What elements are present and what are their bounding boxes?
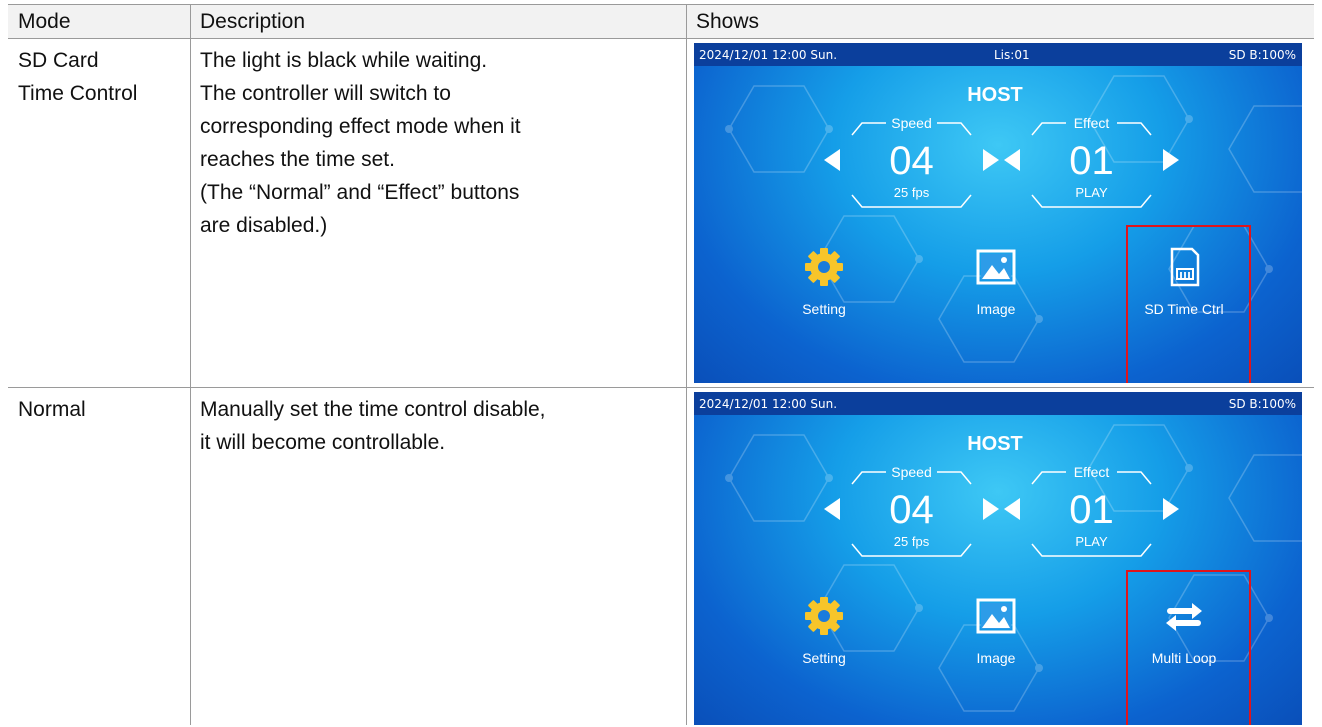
status-battery: SD B:100% xyxy=(1228,397,1296,411)
speed-increase-arrow-icon[interactable] xyxy=(983,149,999,171)
effect-increase-arrow-icon[interactable] xyxy=(1163,498,1179,520)
row2-mode-line: Normal xyxy=(18,398,86,421)
col-divider-2 xyxy=(686,4,687,725)
header-divider xyxy=(8,38,1314,39)
image-button[interactable]: Image xyxy=(936,588,1056,678)
row1-description-line: are disabled.) xyxy=(200,214,328,237)
row-divider xyxy=(8,387,1314,388)
header-mode: Mode xyxy=(8,4,190,38)
row1-description-line: (The “Normal” and “Effect” buttons xyxy=(200,181,520,204)
row2-mode-cell: Normal xyxy=(8,387,190,725)
effect-mode: PLAY xyxy=(1075,534,1108,549)
table-border-top xyxy=(8,4,1314,5)
gear-icon xyxy=(805,597,843,635)
setting-label: Setting xyxy=(802,301,846,317)
effect-increase-arrow-icon[interactable] xyxy=(1163,149,1179,171)
speed-fps: 25 fps xyxy=(893,185,930,200)
setting-button[interactable]: Setting xyxy=(764,588,884,678)
header-description: Description xyxy=(190,4,686,38)
gear-icon xyxy=(805,248,843,286)
speed-increase-arrow-icon[interactable] xyxy=(983,498,999,520)
image-label: Image xyxy=(976,301,1016,317)
status-bar: 2024/12/01 12:00 Sun. SD B:100% xyxy=(694,392,1302,415)
row2-description-line: Manually set the time control disable, xyxy=(200,398,546,421)
setting-button[interactable]: Setting xyxy=(764,239,884,329)
device-screen-normal: 2024/12/01 12:00 Sun. SD B:100% HOST Spe… xyxy=(694,392,1302,725)
row2-description-line: it will become controllable. xyxy=(200,431,446,454)
mode-table: Mode Description Shows SD Card Time Cont… xyxy=(8,4,1314,725)
effect-control: Effect 01 PLAY xyxy=(1004,456,1179,568)
highlight-box xyxy=(1126,225,1251,383)
row1-description-line: reaches the time set. xyxy=(200,148,395,171)
effect-mode: PLAY xyxy=(1075,185,1108,200)
speed-label: Speed xyxy=(891,115,932,131)
row1-mode-line: SD Card xyxy=(18,49,99,72)
row1-mode-cell: SD Card Time Control xyxy=(8,38,190,387)
image-icon xyxy=(976,598,1016,634)
row2-description-cell: Manually set the time control disable, i… xyxy=(190,387,686,725)
effect-label: Effect xyxy=(1073,115,1110,131)
image-label: Image xyxy=(976,650,1016,666)
host-title: HOST xyxy=(967,433,1023,455)
row1-description-line: The light is black while waiting. xyxy=(200,49,488,72)
highlight-box xyxy=(1126,570,1251,725)
header-shows: Shows xyxy=(686,4,1314,38)
status-battery: SD B:100% xyxy=(1228,48,1296,62)
col-divider-1 xyxy=(190,4,191,725)
effect-value: 01 xyxy=(1069,488,1114,532)
row1-mode-line: Time Control xyxy=(18,82,138,105)
speed-value: 04 xyxy=(889,139,934,183)
effect-value: 01 xyxy=(1069,139,1114,183)
setting-label: Setting xyxy=(802,650,846,666)
device-screen-sd-time: 2024/12/01 12:00 Sun. Lis:01 SD B:100% H… xyxy=(694,43,1302,383)
row1-description-cell: The light is black while waiting. The co… xyxy=(190,38,686,387)
status-list: Lis:01 xyxy=(994,48,1030,62)
status-datetime: 2024/12/01 12:00 Sun. xyxy=(699,397,838,411)
speed-label: Speed xyxy=(891,464,932,480)
image-button[interactable]: Image xyxy=(936,239,1056,329)
host-title: HOST xyxy=(967,84,1023,106)
row1-description-line: corresponding effect mode when it xyxy=(200,115,521,138)
effect-label: Effect xyxy=(1073,464,1110,480)
speed-control: Speed 04 25 fps xyxy=(824,107,999,219)
row1-description-line: The controller will switch to xyxy=(200,82,451,105)
status-bar: 2024/12/01 12:00 Sun. Lis:01 SD B:100% xyxy=(694,43,1302,66)
speed-value: 04 xyxy=(889,488,934,532)
speed-fps: 25 fps xyxy=(893,534,930,549)
status-datetime: 2024/12/01 12:00 Sun. xyxy=(699,48,838,62)
speed-control: Speed 04 25 fps xyxy=(824,456,999,568)
image-icon xyxy=(976,249,1016,285)
effect-control: Effect 01 PLAY xyxy=(1004,107,1179,219)
